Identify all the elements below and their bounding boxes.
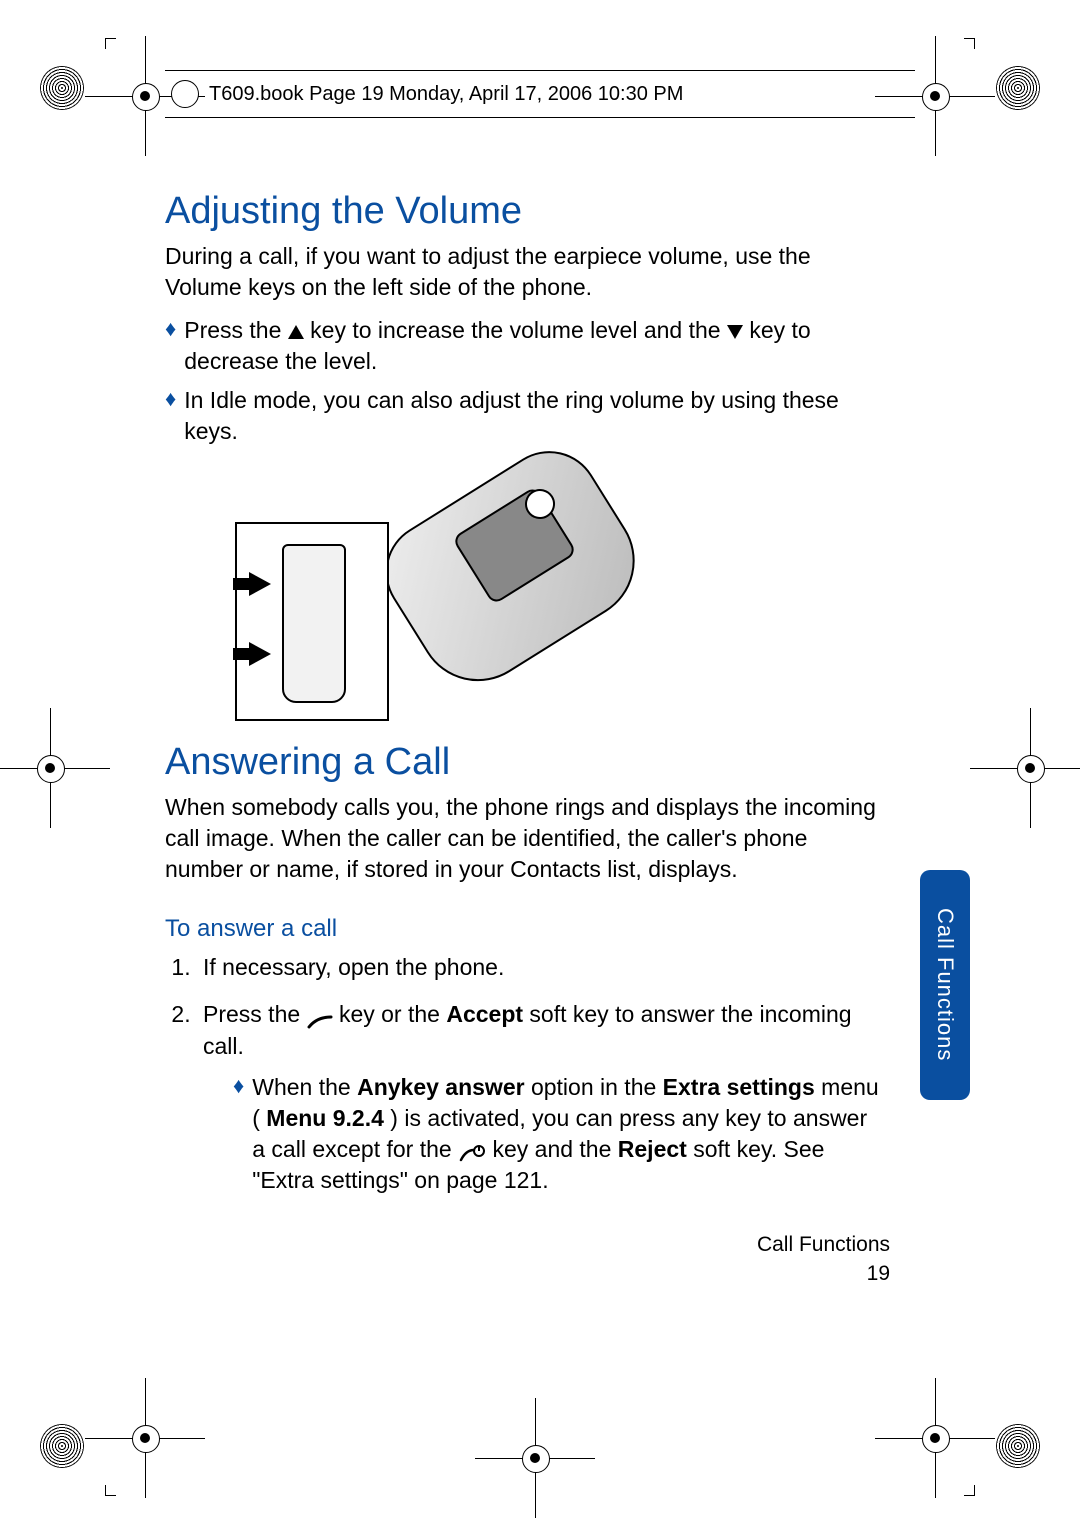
subheading-to-answer: To answer a call [165,915,885,943]
crop-mark [964,38,975,49]
crop-mark [105,1485,116,1496]
running-header: T609.book Page 19 Monday, April 17, 2006… [165,70,915,118]
registration-mark-icon [505,1428,565,1488]
printer-spiral-icon [996,66,1040,110]
step-item: Press the key or the Accept soft key to … [197,998,885,1197]
diamond-bullet-icon: ♦ [233,1072,244,1101]
diamond-bullet-icon: ♦ [165,315,176,344]
heading-answering-call: Answering a Call [165,741,885,784]
arrow-icon [249,642,271,666]
menu-ref-label: Menu 9.2.4 [266,1105,384,1131]
footer-chapter: Call Functions [757,1230,890,1259]
printer-spiral-icon [996,1424,1040,1468]
power-key-icon [458,1141,486,1161]
section-tab: Call Functions [920,870,970,1100]
bullet-text: In Idle mode, you can also adjust the ri… [184,385,885,447]
bullet-item: ♦ When the Anykey answer option in the E… [233,1072,885,1196]
printer-spiral-icon [40,66,84,110]
running-header-text: T609.book Page 19 Monday, April 17, 2006… [209,83,683,106]
steps-list: If necessary, open the phone. Press the … [165,951,885,1196]
extra-settings-label: Extra settings [663,1074,815,1100]
registration-mark-icon [1000,738,1060,798]
section-tab-label: Call Functions [932,908,958,1061]
registration-mark-icon [20,738,80,798]
registration-mark-icon [115,1408,175,1468]
bullet-item: ♦ Press the key to increase the volume l… [165,315,885,377]
page-content: Adjusting the Volume During a call, if y… [165,190,885,1210]
registration-mark-icon [905,1408,965,1468]
printer-spiral-icon [40,1424,84,1468]
footer-page-number: 19 [757,1259,890,1288]
crop-mark [105,38,116,49]
bullet-text: Press the key to increase the volume lev… [184,315,885,377]
phone-volume-illustration [235,461,655,721]
accept-softkey-label: Accept [446,1001,523,1027]
call-key-icon [307,1007,333,1025]
volume-down-icon [727,325,743,339]
volume-intro: During a call, if you want to adjust the… [165,241,885,303]
reject-softkey-label: Reject [618,1136,687,1162]
bullet-text: When the Anykey answer option in the Ext… [252,1072,885,1196]
anykey-answer-label: Anykey answer [357,1074,524,1100]
heading-adjusting-volume: Adjusting the Volume [165,190,885,233]
answering-intro: When somebody calls you, the phone rings… [165,792,885,885]
arrow-icon [249,572,271,596]
bullet-item: ♦ In Idle mode, you can also adjust the … [165,385,885,447]
volume-up-icon [288,325,304,339]
page-footer: Call Functions 19 [757,1230,890,1289]
step-item: If necessary, open the phone. [197,951,885,983]
diamond-bullet-icon: ♦ [165,385,176,414]
crop-mark [964,1485,975,1496]
